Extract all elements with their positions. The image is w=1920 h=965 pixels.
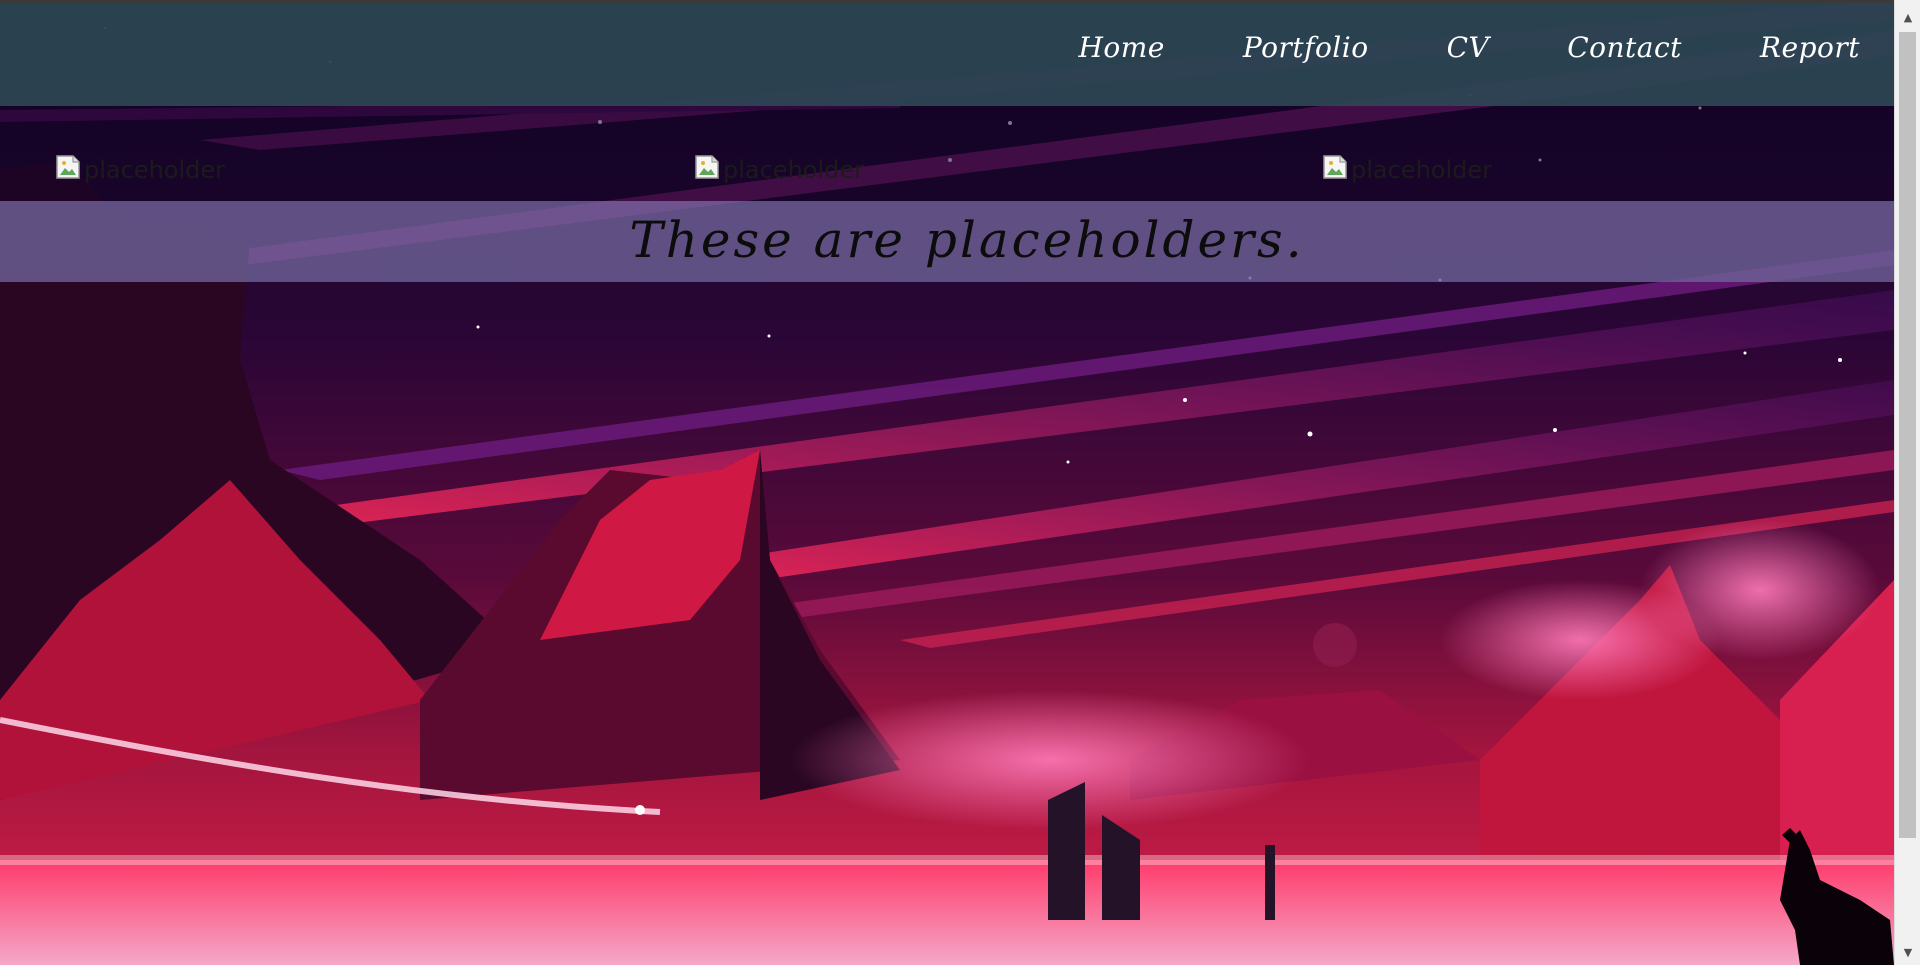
nav-link-contact[interactable]: Contact <box>1567 31 1682 64</box>
placeholder-image-3: placeholder <box>1321 155 1492 184</box>
navbar: Home Portfolio CV Contact Report <box>0 3 1894 106</box>
placeholder-alt-text: placeholder <box>1351 156 1492 184</box>
water <box>0 860 1894 965</box>
broken-image-icon <box>1323 155 1347 179</box>
placeholder-banner: These are placeholders. <box>0 201 1894 282</box>
placeholder-image-1: placeholder <box>54 155 225 184</box>
vertical-scrollbar[interactable]: ▲ ▼ <box>1894 0 1920 965</box>
nav-links: Home Portfolio CV Contact Report <box>1000 31 1860 64</box>
planet <box>1313 623 1357 667</box>
banner-heading: These are placeholders. <box>629 211 1305 269</box>
scroll-down-arrow-icon[interactable]: ▼ <box>1895 941 1920 963</box>
page: Home Portfolio CV Contact Report placeho… <box>0 0 1920 965</box>
scroll-up-arrow-icon[interactable]: ▲ <box>1895 6 1920 28</box>
placeholder-image-row: placeholder placeholder placeholder <box>0 106 1894 201</box>
broken-image-icon <box>56 155 80 179</box>
placeholder-alt-text: placeholder <box>723 156 864 184</box>
placeholder-image-2: placeholder <box>693 155 864 184</box>
placeholder-alt-text: placeholder <box>84 156 225 184</box>
nav-link-cv[interactable]: CV <box>1447 31 1490 64</box>
nav-link-portfolio[interactable]: Portfolio <box>1243 31 1369 64</box>
nav-link-home[interactable]: Home <box>1078 31 1164 64</box>
nav-link-report[interactable]: Report <box>1760 31 1860 64</box>
scrollbar-thumb[interactable] <box>1899 32 1916 838</box>
broken-image-icon <box>695 155 719 179</box>
